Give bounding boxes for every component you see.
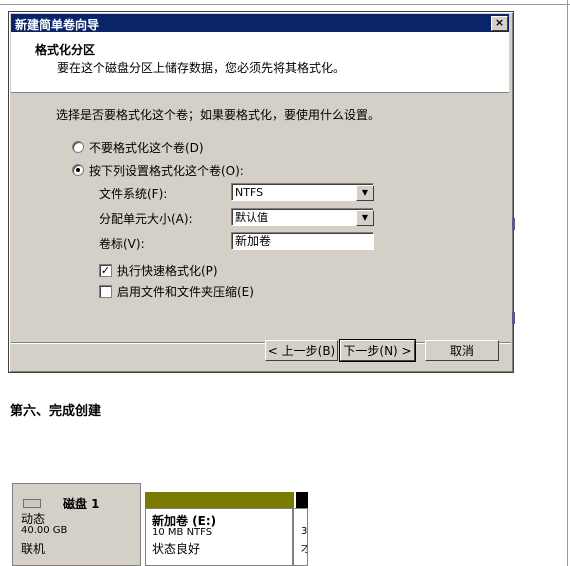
filesystem-value: NTFS [235,186,264,199]
disk-size: 40.00 GB [21,525,68,536]
background-window-edge [512,218,515,230]
alloc-size-select[interactable]: 默认值 [231,208,374,226]
next-volume-partial-text: 3 [301,526,308,537]
alloc-size-value: 默认值 [235,211,268,224]
volume-block[interactable]: 新加卷 (E:) 10 MB NTFS 状态良好 [145,508,293,566]
check-icon: ✓ [100,264,111,277]
page-title: 格式化分区 [35,43,96,57]
filesystem-select[interactable]: NTFS [231,183,374,201]
next-volume-partial-text: 才 [301,540,307,555]
chevron-down-icon: ▼ [361,188,369,197]
filesystem-label: 文件系统(F): [99,187,168,201]
back-button[interactable]: < 上一步(B) [265,340,338,361]
section-heading: 第六、完成创建 [10,404,102,419]
disk-icon [23,499,41,508]
close-button[interactable]: × [491,16,508,31]
radio-no-format[interactable] [72,141,84,153]
disk-status: 联机 [21,542,46,556]
wizard-header: 格式化分区 要在这个磁盘分区上储存数据，您必须先将其格式化。 [11,32,509,93]
disk-info-panel[interactable]: 磁盘 1 动态 40.00 GB 联机 [12,483,141,566]
volume-detail: 10 MB NTFS [152,527,213,538]
compression-label[interactable]: 启用文件和文件夹压缩(E) [117,283,254,300]
quick-format-checkbox[interactable]: ✓ [99,264,112,277]
volume-header-bar [145,492,294,508]
quick-format-label[interactable]: 执行快速格式化(P) [117,262,218,279]
top-rule [0,4,570,5]
instruction-text: 选择是否要格式化这个卷；如果要格式化，要使用什么设置。 [56,108,381,122]
filesystem-dropdown-button[interactable]: ▼ [356,185,374,201]
next-volume-block[interactable]: 3 才 [293,508,308,566]
disk-name: 磁盘 1 [63,497,100,511]
unallocated-header-bar [296,492,308,508]
alloc-size-label: 分配单元大小(A): [99,212,193,226]
close-icon: × [494,16,505,29]
alloc-size-dropdown-button[interactable]: ▼ [356,210,374,226]
window-title: 新建简单卷向导 [15,18,100,32]
volume-label-label: 卷标(V): [99,237,145,251]
radio-no-format-label[interactable]: 不要格式化这个卷(D) [89,139,204,156]
next-button[interactable]: 下一步(N) > [339,339,416,362]
volume-label-input[interactable]: 新加卷 [231,232,374,250]
chevron-down-icon: ▼ [361,213,369,222]
volume-label-value: 新加卷 [235,234,272,248]
volume-status: 状态良好 [152,542,201,556]
radio-format[interactable] [72,164,84,176]
cancel-button[interactable]: 取消 [425,340,499,361]
page-subtitle: 要在这个磁盘分区上储存数据，您必须先将其格式化。 [57,61,346,75]
title-bar[interactable]: 新建简单卷向导 × [11,14,509,32]
new-simple-volume-wizard: 新建简单卷向导 × 格式化分区 要在这个磁盘分区上储存数据，您必须先将其格式化。… [8,11,514,373]
radio-format-label[interactable]: 按下列设置格式化这个卷(O): [89,162,244,179]
compression-checkbox[interactable] [99,285,112,298]
right-rule [567,0,568,566]
background-window-edge [512,312,515,324]
